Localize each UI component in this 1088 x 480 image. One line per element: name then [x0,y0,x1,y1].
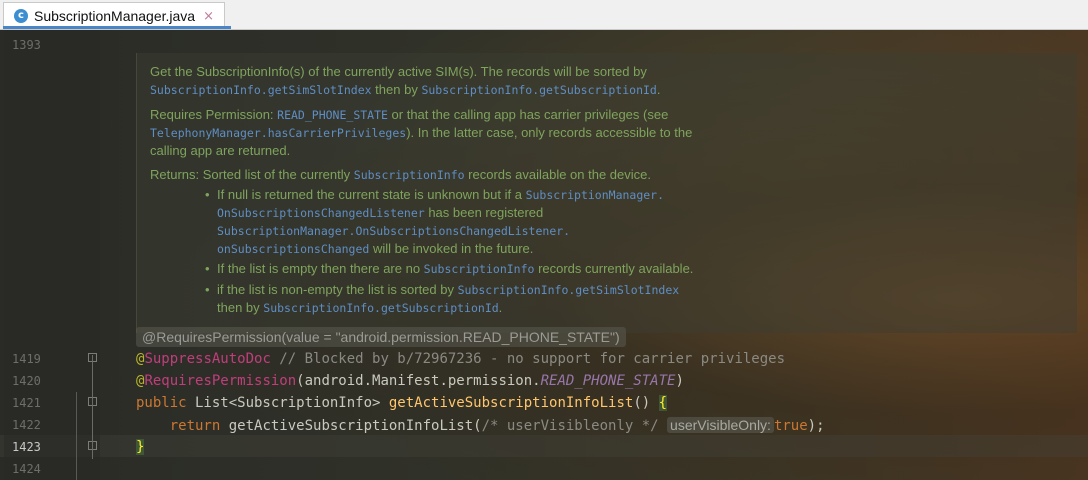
java-class-icon: c [14,9,28,23]
matched-brace: } [136,439,145,455]
doc-link[interactable]: SubscriptionManager.OnSubscriptionsChang… [217,224,570,238]
close-icon[interactable]: × [203,9,214,24]
indent-guide [76,392,77,480]
line-number: 1424 [12,462,41,476]
line-number-gutter: 1393 1419 1420 1421 1422 1423 1424 [4,30,100,480]
current-line-highlight [0,435,1088,457]
code-line-1421[interactable]: public List<SubscriptionInfo> getActiveS… [136,392,668,414]
doc-paragraph-summary: Get the SubscriptionInfo(s) of the curre… [150,64,661,97]
parameter-name-hint: userVisibleOnly: [667,417,774,433]
tab-subscriptionmanager-java[interactable]: c SubscriptionManager.java × [3,2,226,29]
inferred-annotation-hint: @RequiresPermission(value = "android.per… [136,327,626,347]
line-number: 1421 [12,396,41,410]
line-number: 1393 [12,38,41,52]
line-number-current: 1423 [12,440,41,454]
tab-title: SubscriptionManager.java [34,8,196,24]
doc-link[interactable]: SubscriptionInfo.getSimSlotIndex [150,83,372,97]
code-line-1422[interactable]: return getActiveSubscriptionInfoList(/* … [136,414,825,437]
doc-link[interactable]: OnSubscriptionsChangedListener [217,206,425,220]
doc-link[interactable]: SubscriptionManager. [526,188,664,202]
doc-link[interactable]: READ_PHONE_STATE [277,108,388,122]
code-line-1419[interactable]: @SuppressAutoDoc // Blocked by b/7296723… [136,348,785,370]
code-line-1423[interactable]: } [136,436,145,458]
rendered-javadoc: Get the SubscriptionInfo(s) of the curre… [136,53,1077,333]
doc-paragraph-permission: Requires Permission: READ_PHONE_STATE or… [150,107,693,158]
doc-link[interactable]: SubscriptionInfo.getSubscriptionId [421,83,656,97]
code-editor[interactable]: 1393 1419 1420 1421 1422 1423 1424 Get t… [0,30,1088,480]
line-number: 1419 [12,352,41,366]
matched-brace: { [658,395,668,411]
doc-link[interactable]: SubscriptionInfo.getSimSlotIndex [458,283,680,297]
line-number: 1422 [12,418,41,432]
doc-link[interactable]: TelephonyManager.hasCarrierPrivileges [150,126,406,140]
editor-tab-bar: c SubscriptionManager.java × [0,0,1088,30]
doc-link[interactable]: SubscriptionInfo.getSubscriptionId [263,301,498,315]
doc-link[interactable]: SubscriptionInfo [424,262,535,276]
doc-link[interactable]: SubscriptionInfo [354,168,465,182]
fold-guide [92,355,93,459]
line-number: 1420 [12,374,41,388]
code-line-1420[interactable]: @RequiresPermission(android.Manifest.per… [136,370,684,392]
doc-link[interactable]: onSubscriptionsChanged [217,242,369,256]
active-tab-indicator [3,26,231,29]
doc-paragraph-returns: Returns: Sorted list of the currently Su… [150,167,651,182]
